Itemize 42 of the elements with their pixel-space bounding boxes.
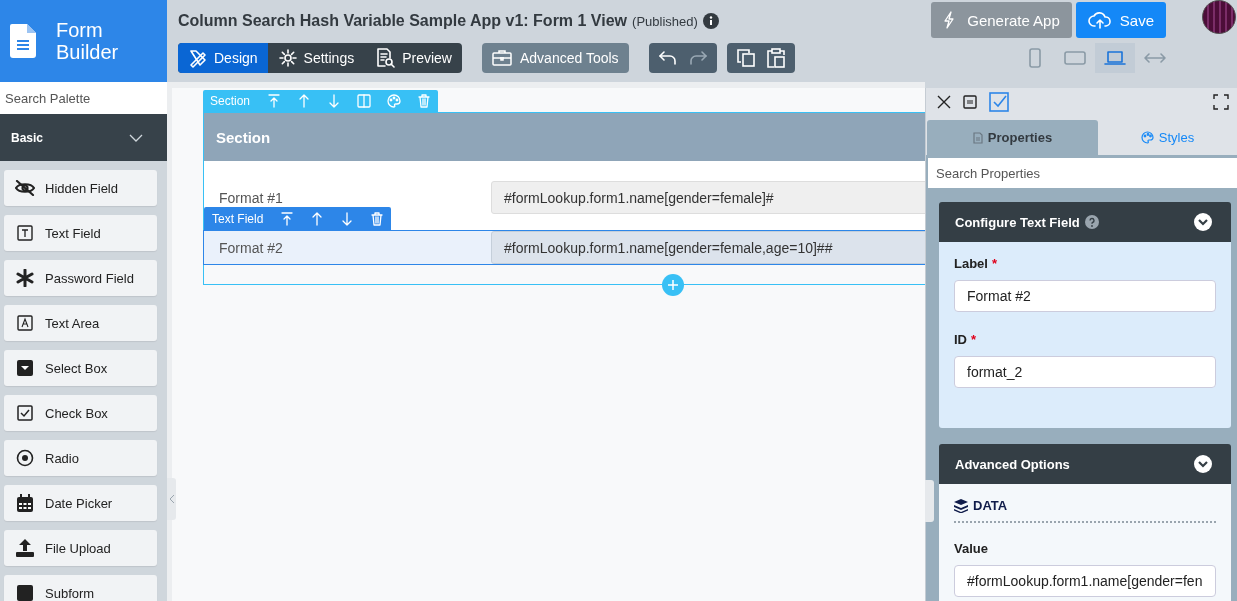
category-label: Basic [11,130,44,145]
required-mark: * [971,332,977,347]
save-button[interactable]: Save [1075,2,1166,38]
palette-item[interactable]: Date Picker [4,485,157,521]
field-toolbar[interactable]: Text Field [204,207,392,230]
text-input[interactable]: format_2 [954,356,1216,388]
palette-item[interactable]: File Upload [4,530,157,566]
mode-tab[interactable]: Design [178,43,268,73]
panel-tab[interactable]: Properties [927,120,1098,155]
palette-item[interactable]: Radio [4,440,157,476]
text-input[interactable]: #formLookup.form1.name[gender=female]# [491,181,925,214]
field-label: Label [954,256,988,271]
palette-item[interactable]: Check Box [4,395,157,431]
status-label: (Published) [632,13,698,29]
field-label: Format #1 [218,189,284,206]
app-title: Form Builder [56,19,120,63]
palette-item[interactable]: Text Field [4,215,157,251]
text-input[interactable]: #formLookup.form1.name[gender=female,age=10]## [491,231,925,264]
palette-item[interactable]: Subform [4,575,157,601]
group-label: DATA [973,498,1008,513]
category-header[interactable]: Basic [0,114,167,161]
text-input[interactable]: Format #2 [954,280,1216,312]
card-header[interactable]: Configure Text Field [939,202,1231,242]
palette-item[interactable]: Hidden Field [4,170,157,206]
field-label: Format #2 [218,239,284,256]
search-field[interactable]: Search Properties [928,158,1237,188]
mode-tab[interactable]: Settings [267,43,365,73]
mode-tab[interactable]: Preview [364,43,462,73]
advanced-tools-button[interactable]: Advanced Tools [482,43,629,73]
palette-item[interactable]: Password Field [4,260,157,296]
card-header[interactable]: Advanced Options [939,444,1231,484]
field-label: Value [954,541,988,556]
palette-item[interactable]: Text Area [4,305,157,341]
required-mark: * [991,256,998,271]
card-title: Advanced Options [955,456,1070,472]
search-field[interactable]: Search Palette [0,82,167,114]
card-title: Configure Text Field [955,214,1080,230]
section-title: Section [204,113,925,161]
field-label: ID [954,332,967,347]
palette-item[interactable]: Select Box [4,350,157,386]
form-title: Column Search Hash Variable Sample App v1: Form 1 View [178,12,628,30]
text-input[interactable]: #formLookup.form1.name[gender=fen [954,565,1216,597]
